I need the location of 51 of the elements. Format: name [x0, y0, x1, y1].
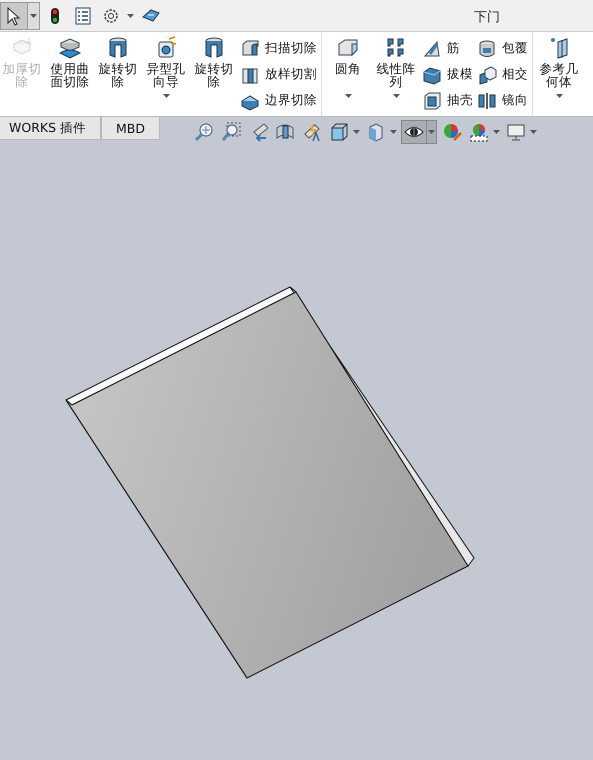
- draft-icon: [422, 64, 442, 84]
- caret-icon: [126, 14, 134, 18]
- ribbon-button[interactable]: 异型孔向导: [144, 36, 188, 116]
- toolbar-button[interactable]: [219, 120, 243, 144]
- caret-icon: [162, 94, 170, 98]
- shell-icon: [422, 90, 442, 110]
- ribbon-button[interactable]: 筋: [422, 38, 473, 59]
- scene-icon: [469, 122, 489, 142]
- ribbon-button[interactable]: 包覆: [477, 38, 528, 59]
- ribbon-button[interactable]: 抽壳: [422, 90, 473, 111]
- ribbon-button[interactable]: 旋转切除: [192, 36, 236, 116]
- list-icon: [73, 6, 93, 26]
- ribbon-button[interactable]: 镜向: [477, 90, 528, 111]
- tab[interactable]: MBD: [101, 117, 160, 140]
- appearance-icon: [442, 122, 462, 142]
- ribbon-button[interactable]: 拔模: [422, 64, 473, 85]
- view-orientation-icon: [329, 122, 349, 142]
- monitor-icon: [506, 122, 526, 142]
- dynamic-annotation-icon: [302, 122, 322, 142]
- tab[interactable]: WORKS 插件: [0, 117, 101, 140]
- ribbon-button[interactable]: 扫描切除: [240, 38, 317, 59]
- caret-icon: [492, 130, 500, 134]
- ribbon-button[interactable]: 旋转切除: [96, 36, 140, 116]
- caret-icon: [530, 130, 536, 134]
- intersect-icon: [477, 64, 497, 84]
- caret-icon: [344, 94, 352, 98]
- zoom-to-fit-icon: [194, 122, 214, 142]
- eye-icon: [404, 122, 424, 142]
- rib-icon: [422, 38, 442, 58]
- surface-cut-icon: [58, 36, 82, 60]
- caret-icon: [428, 130, 435, 134]
- ribbon-button[interactable]: 参考几何体: [537, 36, 581, 116]
- section-view-icon: [275, 122, 295, 142]
- mirror-icon: [477, 90, 497, 110]
- window-title: 下门: [474, 9, 500, 26]
- ribbon-button[interactable]: 放样切割: [240, 64, 317, 85]
- swept-cut-icon: [240, 38, 260, 58]
- caret-icon: [556, 94, 562, 98]
- caret-icon: [390, 130, 396, 134]
- toolbar-button[interactable]: [0, 2, 40, 30]
- ribbon-button[interactable]: 相交: [477, 64, 528, 85]
- caret-icon: [392, 94, 400, 98]
- ribbon-button[interactable]: 圆角: [326, 36, 370, 116]
- ribbon-button[interactable]: 边界切除: [240, 90, 317, 111]
- toolbar-button[interactable]: [401, 120, 437, 144]
- ribbon-button[interactable]: 线性阵列: [374, 36, 418, 116]
- ribbon-button[interactable]: 使用曲面切除: [48, 36, 92, 116]
- caret-icon: [352, 130, 360, 134]
- wrap-icon: [477, 38, 497, 58]
- caret-icon: [30, 14, 37, 18]
- zoom-area-icon: [221, 122, 241, 142]
